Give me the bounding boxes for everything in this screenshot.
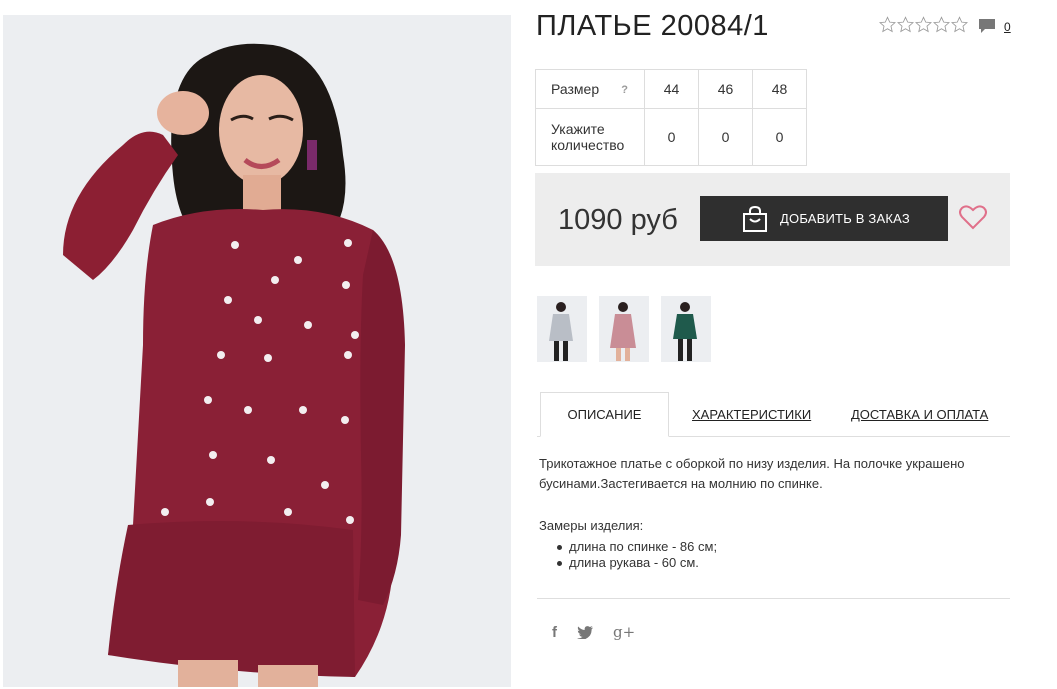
google-plus-icon[interactable]: g+	[613, 623, 635, 641]
size-help-icon[interactable]: ?	[621, 82, 628, 98]
product-title: ПЛАТЬЕ 20084/1	[536, 10, 769, 42]
quantity-input-44[interactable]: 0	[644, 108, 699, 166]
size-46: 46	[698, 69, 753, 109]
comments-count[interactable]: 0	[1004, 20, 1011, 34]
twitter-icon[interactable]	[577, 625, 593, 639]
star-outline-icon[interactable]	[951, 16, 968, 33]
thumb-green[interactable]	[661, 296, 711, 362]
star-outline-icon[interactable]	[933, 16, 950, 33]
comments-link[interactable]: 0	[978, 18, 1011, 35]
rating-stars[interactable]	[879, 16, 968, 33]
comment-icon[interactable]	[978, 18, 996, 35]
quantity-label-cell: Укажите количество	[535, 108, 645, 166]
tab-description[interactable]: ОПИСАНИЕ	[540, 392, 669, 437]
measure-item: длина по спинке - 86 см;	[556, 539, 717, 555]
size-label: Размер	[551, 81, 600, 97]
divider	[537, 598, 1010, 599]
tab-specs[interactable]: ХАРАКТЕРИСТИКИ	[692, 392, 811, 437]
description-text: Трикотажное платье с оборкой по низу изд…	[539, 456, 965, 491]
thumb-grey[interactable]	[537, 296, 587, 362]
size-quantity-table: Размер ? 44 46 48 Укажите количество 0 0…	[535, 69, 807, 166]
tab-delivery[interactable]: ДОСТАВКА И ОПЛАТА	[851, 392, 988, 437]
star-outline-icon[interactable]	[897, 16, 914, 33]
quantity-label-line1: Укажите	[551, 121, 605, 137]
product-main-image[interactable]	[3, 15, 511, 687]
product-tabs: ОПИСАНИЕ ХАРАКТЕРИСТИКИ ДОСТАВКА И ОПЛАТ…	[537, 392, 1010, 437]
thumbnail-green-dress-image	[661, 296, 711, 362]
star-outline-icon[interactable]	[879, 16, 896, 33]
add-to-order-button[interactable]: ДОБАВИТЬ В ЗАКАЗ	[700, 196, 948, 241]
thumb-pink[interactable]	[599, 296, 649, 362]
thumbnail-list	[537, 296, 711, 362]
shopping-bag-icon	[743, 205, 767, 232]
thumbnail-grey-dress-image	[537, 296, 587, 362]
quantity-input-48[interactable]: 0	[752, 108, 807, 166]
star-outline-icon[interactable]	[915, 16, 932, 33]
quantity-label-line2: количество	[551, 137, 625, 153]
buy-panel: 1090 руб ДОБАВИТЬ В ЗАКАЗ	[535, 173, 1010, 266]
quantity-row: Укажите количество 0 0 0	[535, 108, 807, 166]
heart-icon[interactable]	[959, 204, 987, 230]
measure-title: Замеры изделия:	[539, 518, 644, 533]
measure-item: длина рукава - 60 см.	[556, 555, 717, 571]
facebook-icon[interactable]: f	[552, 624, 557, 641]
size-44: 44	[644, 69, 699, 109]
size-48: 48	[752, 69, 807, 109]
quantity-input-46[interactable]: 0	[698, 108, 753, 166]
size-label-cell: Размер ?	[535, 69, 645, 109]
dress-photo-illustration	[3, 15, 511, 687]
measure-list: длина по спинке - 86 см; длина рукава - …	[556, 539, 717, 571]
social-share: f g+	[552, 623, 635, 641]
add-to-order-label: ДОБАВИТЬ В ЗАКАЗ	[780, 211, 910, 226]
thumbnail-pink-dress-image	[599, 296, 649, 362]
size-row: Размер ? 44 46 48	[535, 69, 807, 109]
price: 1090 руб	[558, 204, 678, 236]
